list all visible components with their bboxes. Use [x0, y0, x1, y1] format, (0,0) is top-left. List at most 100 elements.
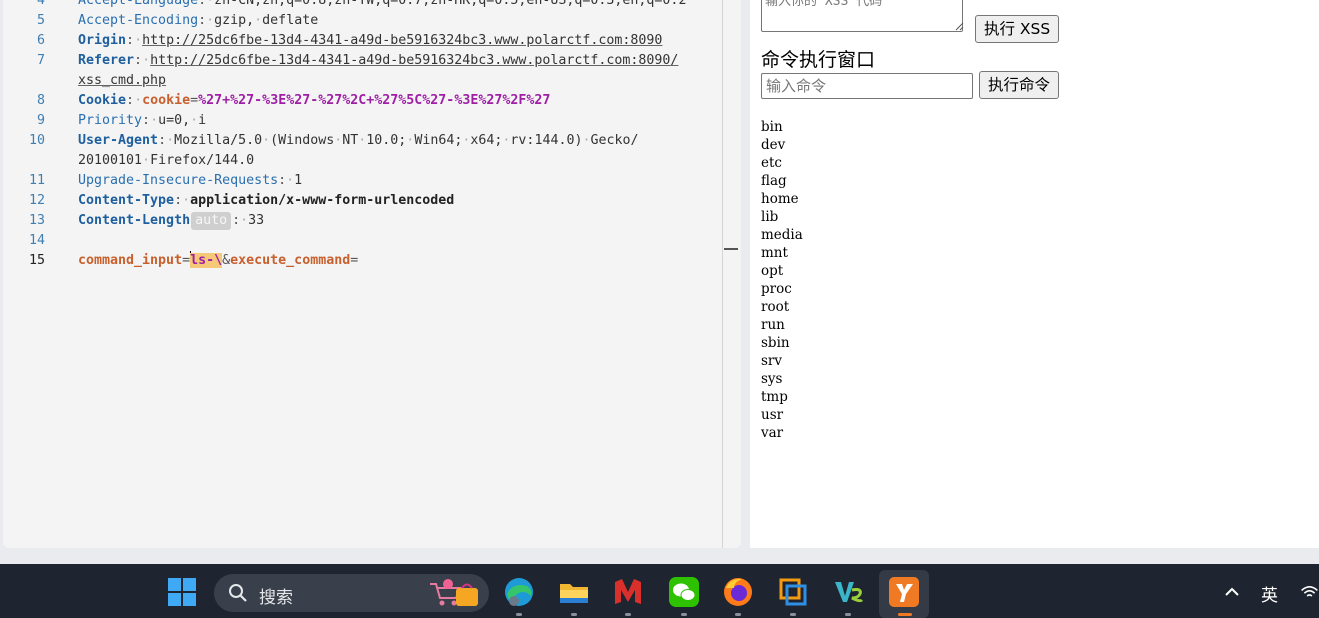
- running-indicator: [845, 613, 851, 616]
- output-line: run: [761, 317, 785, 333]
- line-content: Origin: http://25dc6fbe-13d4-4341-a49d-be…: [78, 31, 662, 51]
- code-token: http://25dc6fbe-13d4-4341-a49d-be5916324…: [150, 53, 679, 68]
- whitespace-marker: [134, 33, 142, 48]
- firefox-icon[interactable]: [722, 576, 754, 608]
- line-content: xss_cmd.php: [78, 71, 166, 91]
- code-token: u=0,: [158, 113, 191, 128]
- editor-line: 6 Origin: http://25dc6fbe-13d4-4341-a49d-b…: [3, 31, 718, 51]
- whitespace-marker: [150, 113, 158, 128]
- xss-code-textarea[interactable]: [761, 0, 963, 32]
- chevron-up-icon[interactable]: [1222, 582, 1242, 602]
- line-number: 11: [28, 173, 45, 188]
- line-content: Upgrade-Insecure-Requests:1: [78, 171, 302, 191]
- editor-line-wrap: 20100101 Firefox/144.0: [3, 151, 718, 171]
- header-separator: :: [232, 213, 241, 228]
- editor-line: 15 command_input=ls-\&execute_command=: [3, 251, 718, 271]
- whitespace-marker: [166, 133, 174, 148]
- taskbar-search[interactable]: 搜索: [214, 574, 489, 612]
- code-token: zh-CN,zh;q=0.8,zh-TW;q=0.7,zh-HK;q=0.5,e…: [214, 0, 687, 8]
- code-token: application/x-www-form-urlencoded: [190, 193, 455, 208]
- search-label: 搜索: [259, 588, 293, 608]
- command-output: bin dev etc flag home lib media mnt opt proc root r…: [761, 118, 803, 442]
- running-indicator: [571, 613, 577, 616]
- execute-xss-button[interactable]: 执行 XSS: [975, 15, 1060, 43]
- output-line: var: [761, 425, 784, 441]
- line-content: Priority: u=0, i: [78, 111, 206, 131]
- execute-command-button[interactable]: 执行命令: [979, 71, 1060, 99]
- line-content: 20100101 Firefox/144.0: [78, 151, 254, 171]
- split-pane-handle[interactable]: [724, 248, 738, 250]
- input-method-indicator[interactable]: 英: [1261, 581, 1278, 606]
- body-param-value-highlight: ls-\: [190, 253, 223, 268]
- vs-app-icon[interactable]: [832, 576, 864, 608]
- header-name: Cookie: [78, 93, 127, 108]
- cookie-name: cookie: [142, 93, 191, 108]
- cookie-value: %27+%27-%3E%27-%27%2C+%27%5C%27-%3E%27%2…: [198, 93, 551, 108]
- running-indicator: [790, 613, 796, 616]
- line-content: Accept-Language: zh-CN,zh;q=0.8,zh-TW;q=0…: [78, 0, 686, 11]
- line-content: Content-Type: application/x-www-form-urle…: [78, 191, 454, 211]
- line-content: User-Agent: Mozilla/5.0 (Windows NT 10.0; Win…: [78, 131, 639, 151]
- whitespace-marker: [142, 153, 150, 168]
- windows-start-icon[interactable]: [166, 576, 198, 608]
- editor-line: 10 User-Agent: Mozilla/5.0 (Windows NT 10.0; W…: [3, 131, 718, 151]
- code-token: x64;: [470, 133, 503, 148]
- output-line: dev: [761, 137, 786, 153]
- command-input[interactable]: [761, 73, 973, 99]
- header-name: Origin: [78, 33, 127, 48]
- code-token: http://25dc6fbe-13d4-4341-a49d-be5916324…: [142, 33, 663, 48]
- yakit-app-icon[interactable]: [888, 576, 920, 608]
- output-line: root: [761, 299, 790, 315]
- line-number: 7: [36, 53, 45, 68]
- code-token: NT: [342, 133, 359, 148]
- code-token: 20100101: [78, 153, 143, 168]
- code-token: i: [198, 113, 207, 128]
- mindmaster-app-icon[interactable]: [612, 576, 644, 608]
- line-number: 12: [28, 193, 45, 208]
- wechat-icon[interactable]: [668, 576, 700, 608]
- header-name: Accept-Encoding: [78, 13, 199, 28]
- header-separator: :: [126, 93, 135, 108]
- whitespace-marker: [262, 133, 270, 148]
- code-token: Gecko/: [590, 133, 639, 148]
- editor-line: 8 Cookie: cookie=%27+%27-%3E%27-%27%2C+%27…: [3, 91, 718, 111]
- output-line: usr: [761, 407, 784, 423]
- shopping-promo-icon: [430, 579, 478, 606]
- output-line: srv: [761, 353, 783, 369]
- remote-desktop-icon[interactable]: [777, 576, 809, 608]
- header-separator: :: [198, 0, 207, 8]
- line-content: Cookie: cookie=%27+%27-%3E%27-%27%2C+%27%…: [78, 91, 550, 111]
- wifi-icon[interactable]: [1300, 582, 1319, 602]
- line-number: 10: [28, 133, 45, 148]
- file-explorer-icon[interactable]: [558, 576, 590, 608]
- header-name: Priority: [78, 113, 143, 128]
- whitespace-marker: [206, 0, 214, 8]
- output-line: proc: [761, 281, 792, 297]
- whitespace-marker: [582, 133, 590, 148]
- code-token: rv:144.0): [510, 133, 583, 148]
- header-name: Content-Length: [78, 213, 191, 228]
- output-line: sys: [761, 371, 783, 387]
- edge-browser-icon[interactable]: [503, 576, 535, 608]
- code-token: =: [350, 253, 359, 268]
- code-token: (Windows: [270, 133, 335, 148]
- whitespace-marker: [286, 173, 294, 188]
- request-editor[interactable]: 4 Accept-Language: zh-CN,zh;q=0.8,zh-TW;q=…: [3, 0, 741, 548]
- editor-line: 4 Accept-Language: zh-CN,zh;q=0.8,zh-TW;q=…: [3, 0, 718, 11]
- code-token: Mozilla/5.0: [174, 133, 263, 148]
- line-number: 14: [28, 233, 45, 248]
- code-token: &: [222, 253, 231, 268]
- whitespace-marker: [240, 213, 248, 228]
- editor-line: 11 Upgrade-Insecure-Requests:1: [3, 171, 718, 191]
- line-content: command_input=ls-\&execute_command=: [78, 251, 358, 271]
- output-line: etc: [761, 155, 782, 171]
- search-icon: [229, 584, 247, 602]
- output-line: home: [761, 191, 799, 207]
- header-name: Upgrade-Insecure-Requests: [78, 173, 279, 188]
- header-name: Content-Type: [78, 193, 175, 208]
- line-number: 4: [36, 0, 45, 8]
- output-line: media: [761, 227, 803, 243]
- whitespace-marker: [254, 13, 262, 28]
- output-line: opt: [761, 263, 784, 279]
- line-number: 13: [28, 213, 45, 228]
